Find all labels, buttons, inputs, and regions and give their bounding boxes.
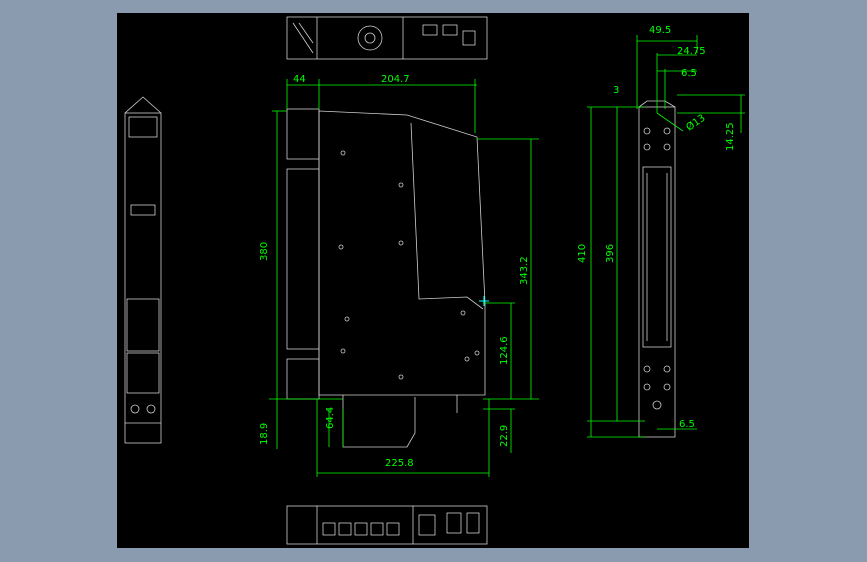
front-view — [286, 108, 486, 448]
bottom-view — [286, 505, 488, 545]
dim-14-25: 14.25 — [725, 122, 736, 151]
dim-24-75: 24.75 — [677, 46, 706, 57]
right-side-view — [638, 100, 676, 438]
dim-6-5-bottom: 6.5 — [679, 419, 695, 430]
dim-6-5-top: 6.5 — [681, 68, 697, 79]
dim-343-2: 343.2 — [519, 256, 530, 285]
dim-3: 3 — [613, 85, 619, 96]
technical-drawing: 49.5 24.75 6.5 3 Ø13 14.25 410 396 6.5 4… — [124, 16, 745, 545]
top-view — [286, 16, 488, 60]
dim-18-9: 18.9 — [259, 423, 270, 445]
dim-hole-diameter: Ø13 — [684, 112, 708, 134]
dim-22-9: 22.9 — [499, 425, 510, 447]
dim-396: 396 — [605, 244, 616, 263]
dim-124-6: 124.6 — [499, 336, 510, 365]
cursor-crosshair — [479, 296, 489, 306]
dim-225-8: 225.8 — [385, 458, 414, 469]
left-side-view — [124, 96, 162, 444]
cad-viewport[interactable]: 49.5 24.75 6.5 3 Ø13 14.25 410 396 6.5 4… — [117, 13, 749, 548]
dim-380: 380 — [259, 242, 270, 261]
dim-410: 410 — [577, 244, 588, 263]
dim-49-5: 49.5 — [649, 25, 671, 36]
dimension-lines: 49.5 24.75 6.5 3 Ø13 14.25 410 396 6.5 4… — [259, 25, 745, 477]
dim-64-4: 64.4 — [325, 407, 336, 429]
dim-44: 44 — [293, 74, 306, 85]
dim-204-7: 204.7 — [381, 74, 410, 85]
